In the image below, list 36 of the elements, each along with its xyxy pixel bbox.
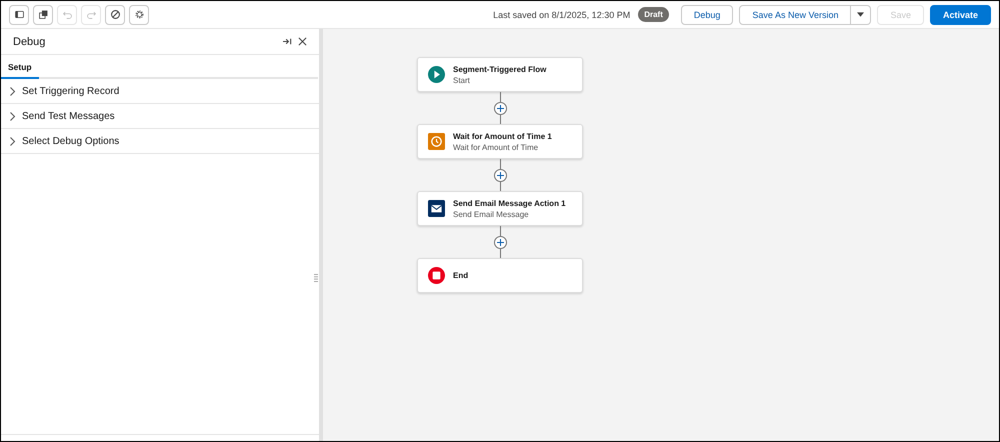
add-icon[interactable] <box>494 168 506 182</box>
action-button[interactable]: Activate <box>930 4 991 24</box>
block-icon[interactable] <box>105 4 125 24</box>
add-icon[interactable] <box>494 236 506 248</box>
clock-icon <box>428 133 445 150</box>
node-subtitle: Send Email Message <box>453 210 530 218</box>
collapse-icon[interactable] <box>283 37 292 46</box>
node-title: Send Email Message Action 1 <box>453 198 566 208</box>
add-icon[interactable] <box>494 102 506 114</box>
chevron-icon <box>9 136 16 146</box>
flow-node[interactable]: Segment-Triggered Flow Start <box>417 57 583 92</box>
resize-handle-icon[interactable] <box>314 274 318 282</box>
dropdown-button[interactable] <box>851 4 872 24</box>
close-icon[interactable] <box>298 37 307 46</box>
panel-title: Debug <box>13 36 46 48</box>
node-title: Segment-Triggered Flow <box>453 64 546 74</box>
last-saved-text: Last saved on 8/1/2025, 12:30 PM <box>493 10 630 20</box>
play-icon <box>428 66 445 83</box>
caret-icon <box>857 12 864 17</box>
flow-node[interactable]: Wait for Amount of Time 1 Wait for Amount of Time <box>417 124 583 159</box>
action-button[interactable]: Save As New Version <box>739 4 852 24</box>
chevron-icon <box>9 112 16 120</box>
gear-icon[interactable] <box>129 4 149 24</box>
envelope-icon <box>428 200 445 217</box>
node-title: End <box>453 271 468 280</box>
node-subtitle: Wait for Amount of Time <box>453 142 540 152</box>
node-title: Wait for Amount of Time 1 <box>453 132 552 140</box>
action-button[interactable]: Debug <box>680 4 734 24</box>
flow-node[interactable]: End <box>417 258 583 293</box>
flow-node[interactable]: Send Email Message Action 1 Send Email Message <box>417 191 583 226</box>
copy-icon[interactable] <box>33 4 53 24</box>
node-subtitle: Start <box>453 76 471 84</box>
stop-icon <box>428 267 445 284</box>
chevron-icon <box>9 86 16 96</box>
panel-toggle-icon[interactable] <box>9 4 29 24</box>
status-badge: Draft <box>638 7 669 22</box>
